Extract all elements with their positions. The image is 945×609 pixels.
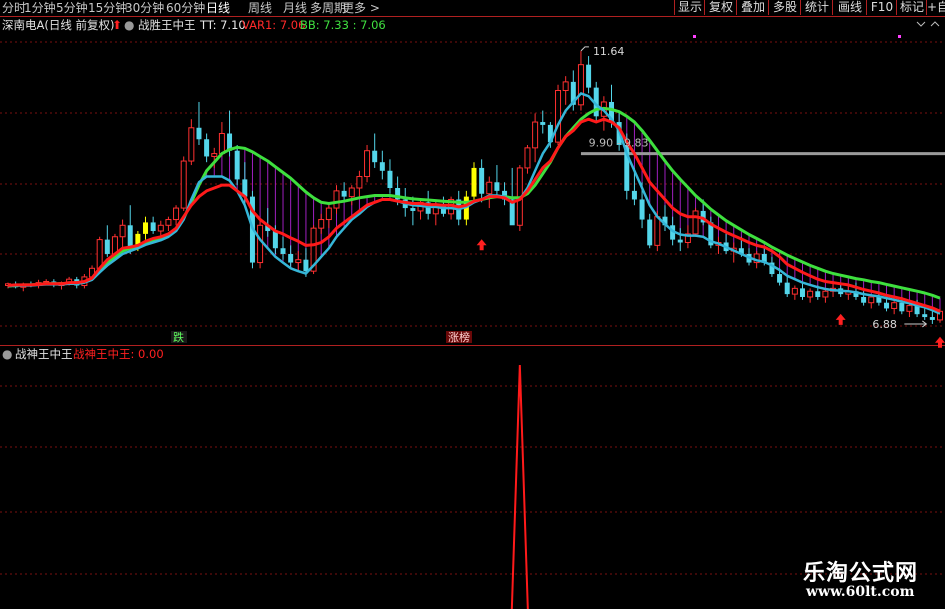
low-price-label: 6.88 [872,318,897,331]
candle-body-101 [777,274,783,283]
candle-body-41 [318,219,325,229]
chevron-up-icon [930,21,940,27]
candle-body-46 [356,176,363,189]
candle-body-88 [677,239,683,243]
marker-dot [693,35,696,38]
indicator-spike-line [510,364,529,609]
candle-body-30 [234,150,240,180]
buy-arrow-icon [935,336,945,348]
var1-line [7,92,941,315]
candle-body-120 [922,314,928,318]
chevron-down-icon [916,21,926,27]
candle-body-116 [891,302,898,309]
candle-body-35 [272,231,278,249]
candle-body-28 [218,133,225,155]
candle-body-83 [639,199,645,220]
candle-body-33 [257,224,264,264]
candle-body-69 [532,121,539,149]
candle-body-47 [364,150,371,178]
candle-body-84 [647,219,653,246]
candle-body-104 [799,288,805,297]
candle-body-64 [494,182,500,191]
candle-body-106 [815,291,821,297]
candle-body-118 [906,305,913,312]
candle-body-42 [325,207,332,221]
limit-up-badge: 涨榜 [448,330,470,344]
candle-body-19 [150,222,156,232]
candle-body-117 [899,302,905,312]
candle-body-61 [471,167,477,197]
high-marker [580,46,589,52]
candle-body-105 [807,290,814,298]
watermark-url: www.60lt.com [806,584,915,600]
fall-badge: 跌 [173,330,184,344]
marker-dot [898,35,901,38]
buy-arrow-icon [835,313,846,325]
range-label: 9.90 - 9.83 [589,137,649,150]
candle-body-85 [654,216,661,246]
candle-body-38 [295,259,302,264]
candle-body-26 [204,139,210,157]
candle-body-22 [173,207,180,221]
candle-body-112 [861,296,867,303]
watermark-title: 乐淘公式网 [803,561,919,586]
candle-body-20 [157,224,164,232]
candle-body-103 [791,287,798,295]
candle-body-72 [555,89,562,143]
candle-body-27 [211,153,218,157]
high-price-label: 11.64 [593,45,625,58]
candle-body-25 [196,127,202,140]
candle-body-16 [127,225,133,249]
candle-body-68 [524,147,531,169]
candle-body-44 [341,190,347,197]
candle-body-102 [784,282,790,295]
candle-body-21 [165,219,172,226]
candle-body-24 [188,127,195,162]
candle-body-62 [479,167,485,194]
candle-body-48 [372,150,378,163]
candle-body-63 [486,181,493,195]
buy-arrow-icon [476,239,487,251]
candle-body-43 [333,190,340,209]
candle-body-18 [143,222,149,234]
candle-body-39 [303,259,309,272]
candle-body-76 [586,64,592,88]
candle-body-75 [577,64,584,106]
candle-body-90 [692,210,699,235]
candle-body-50 [387,170,393,188]
candle-body-115 [884,302,890,309]
candle-body-13 [104,239,110,254]
candle-body-82 [631,190,637,200]
candle-body-73 [562,81,569,91]
candle-body-49 [379,162,385,171]
candle-body-113 [868,296,875,304]
candle-body-23 [180,160,187,209]
candle-body-12 [96,239,103,269]
candle-body-70 [540,122,546,125]
candle-body-53 [410,208,416,211]
candle-body-15 [119,224,126,238]
main-chart-svg[interactable]: 11.64 9.90 - 9.83 6.88 跌 涨榜 [0,0,945,609]
candle-body-121 [929,317,935,320]
candle-body-37 [288,253,294,263]
candle-body-45 [348,187,355,198]
candle-body-107 [822,290,829,298]
candle-body-36 [280,248,286,254]
